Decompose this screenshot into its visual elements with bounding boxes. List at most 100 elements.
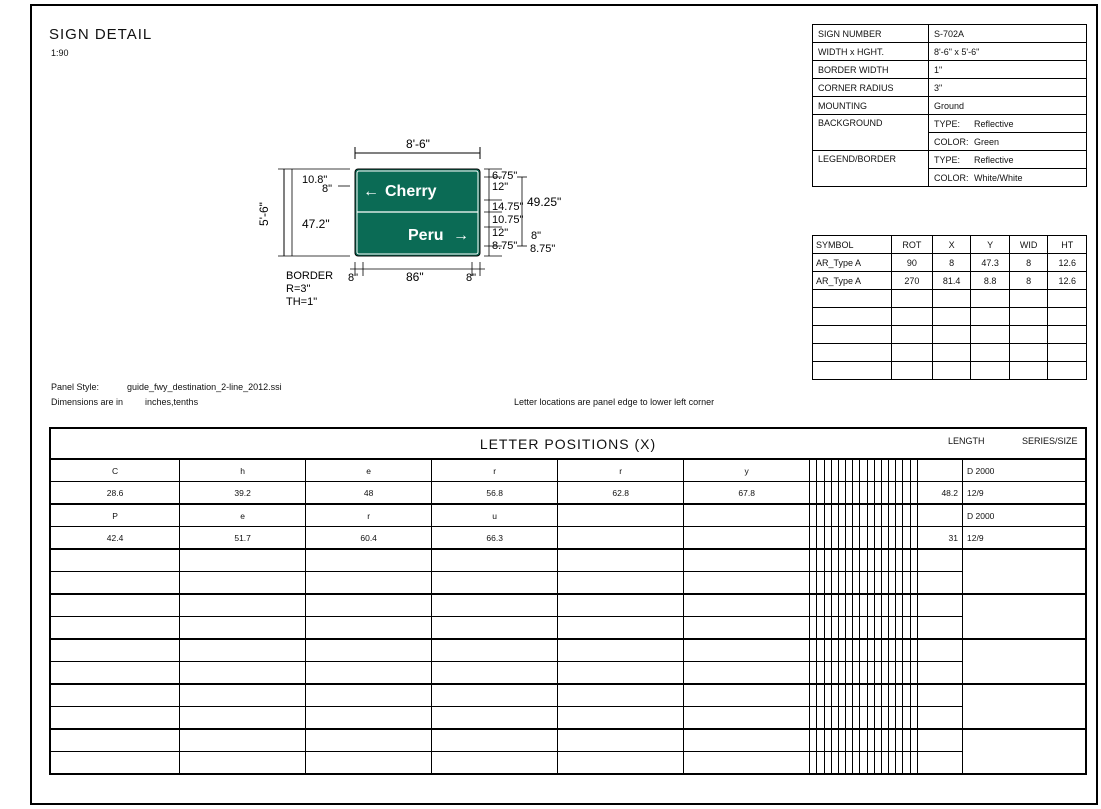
length-cell: [917, 706, 963, 730]
position-cell: 42.4: [49, 526, 181, 550]
rot-header: ROT: [891, 235, 933, 254]
position-cell: [837, 751, 847, 775]
letter-cell: [431, 728, 559, 752]
letter-cell: [866, 458, 875, 482]
background-color-value: Green: [974, 136, 1000, 147]
position-cell: [845, 661, 854, 685]
legend-color-value: White/White: [974, 172, 1023, 183]
position-cell: 62.8: [557, 481, 685, 505]
letter-cell: [49, 728, 181, 752]
letter-cell: [179, 593, 307, 617]
position-cell: [909, 706, 919, 730]
letter-cell: [816, 548, 825, 572]
letter-cell: [305, 728, 433, 752]
letter-cell: [888, 593, 897, 617]
letter-cell: [888, 548, 897, 572]
position-cell: [866, 661, 875, 685]
letter-cell: [852, 728, 861, 752]
letter-cell: [866, 638, 875, 662]
y-cell: 8.8: [970, 271, 1010, 290]
position-cell: [823, 481, 832, 505]
letter-cell: [557, 683, 685, 707]
symbol-table: SYMBOL ROT X Y WID HT AR_Type A 90 8 47.…: [812, 235, 1087, 380]
info-row-background-type: BACKGROUND TYPE: Reflective: [812, 114, 1087, 151]
letter-cell: P: [49, 503, 181, 527]
letter-cell: [895, 728, 904, 752]
letter-row: [49, 683, 1087, 707]
position-cell: [683, 571, 811, 595]
position-cell: [809, 751, 818, 775]
position-cell: [880, 706, 890, 730]
letter-row: [49, 638, 1087, 662]
series-cell: D 2000: [962, 458, 1087, 482]
letter-row: Peru D 2000: [49, 503, 1087, 527]
position-cell: [179, 706, 307, 730]
letter-cell: [902, 683, 911, 707]
position-cell: [880, 526, 890, 550]
letter-cell: [902, 458, 911, 482]
symbol-row-empty: [812, 307, 1087, 326]
letter-cell: [816, 728, 825, 752]
letter-cell: [179, 728, 307, 752]
inner-height-dim-label: 47.2": [302, 217, 330, 231]
letter-cell: [837, 593, 847, 617]
position-cell: [305, 751, 433, 775]
position-cell: [816, 616, 825, 640]
position-cell: 28.6: [49, 481, 181, 505]
position-cell: [49, 751, 181, 775]
length-spacer: [917, 638, 963, 662]
position-cell: [809, 526, 818, 550]
position-row: [49, 706, 1087, 730]
length-spacer: [917, 683, 963, 707]
position-cell: [880, 616, 890, 640]
position-cell: [888, 706, 897, 730]
letter-cell: [845, 548, 854, 572]
letter-cell: [823, 728, 832, 752]
position-cell: [845, 616, 854, 640]
position-cell: [859, 526, 868, 550]
letter-cell: [816, 683, 825, 707]
letter-cell: [816, 458, 825, 482]
position-cell: [902, 706, 911, 730]
border-label: BORDER: [286, 270, 333, 282]
legend-color-label: COLOR:: [934, 172, 969, 183]
position-cell: [557, 706, 685, 730]
letter-cell: [431, 638, 559, 662]
position-cell: [866, 706, 875, 730]
letter-cell: [859, 593, 868, 617]
panel-style-value: guide_fwy_destination_2-line_2012.ssi: [127, 382, 282, 392]
panel-style-label: Panel Style:: [51, 382, 100, 392]
position-cell: [902, 616, 911, 640]
letter-cell: [895, 638, 904, 662]
position-row: 42.4 51.7 60.4 66.3 31 12/9: [49, 526, 1087, 550]
right-dim-7: 8": [531, 230, 541, 242]
position-cell: [816, 706, 825, 730]
legend-type-cell: TYPE: Reflective: [928, 150, 1087, 169]
position-cell: [809, 571, 818, 595]
position-cell: [683, 526, 811, 550]
right-dim-total: 49.25": [527, 195, 561, 209]
letter-cell: [888, 458, 897, 482]
symbol-cell: AR_Type A: [812, 253, 892, 272]
position-cell: [852, 481, 861, 505]
letter-cell: [909, 683, 919, 707]
series-cell: [962, 728, 1087, 752]
letter-cell: [888, 638, 897, 662]
letter-cell: [837, 683, 847, 707]
letter-row: [49, 548, 1087, 572]
position-cell: [845, 526, 854, 550]
letter-cell: [683, 728, 811, 752]
letter-cell: [909, 638, 919, 662]
position-cell: [880, 661, 890, 685]
length-spacer: [917, 548, 963, 572]
letter-cell: [859, 503, 868, 527]
position-cell: [902, 661, 911, 685]
letter-cell: [845, 593, 854, 617]
corner-radius-value: 3": [928, 78, 1087, 97]
background-type-value: Reflective: [974, 118, 1014, 129]
letter-cell: [305, 593, 433, 617]
letter-cell: [909, 458, 919, 482]
position-cell: [809, 616, 818, 640]
letter-cell: [845, 638, 854, 662]
letter-cell: [837, 638, 847, 662]
